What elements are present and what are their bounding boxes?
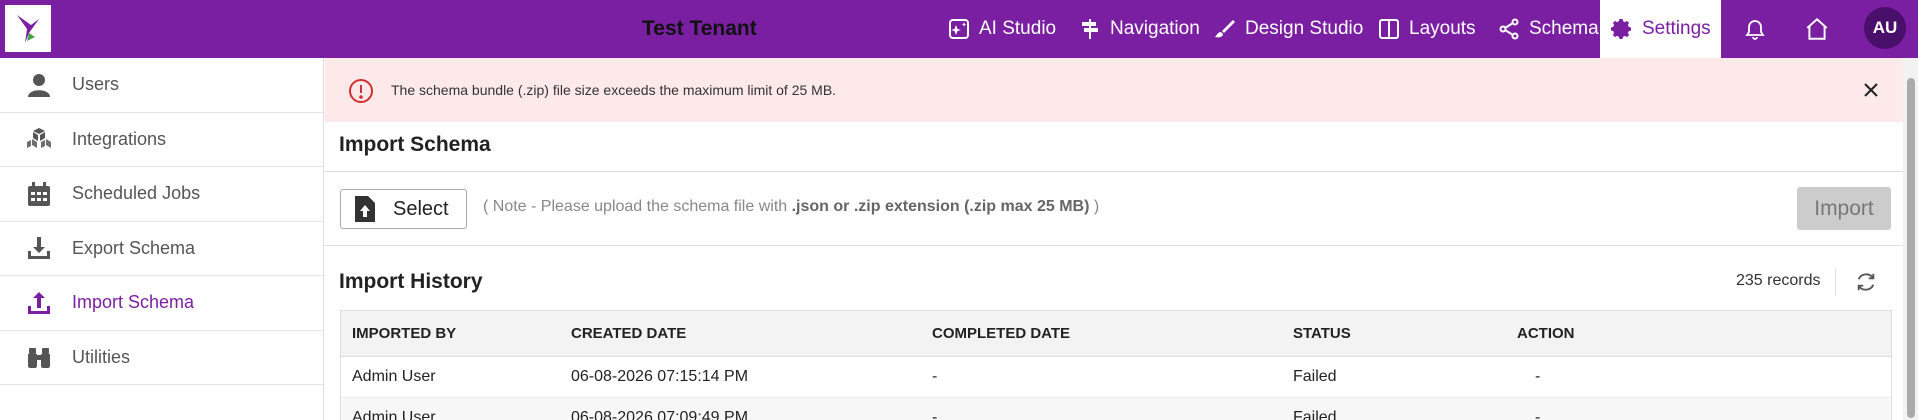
nav-settings[interactable]: Settings [1600, 0, 1721, 58]
divider [325, 245, 1903, 246]
logo[interactable] [5, 5, 51, 52]
sidebar-item-utilities[interactable]: Utilities [0, 331, 323, 385]
alert-close-button[interactable] [1859, 78, 1883, 102]
nav-label: Navigation [1110, 18, 1200, 39]
sidebar-item-users[interactable]: Users [0, 58, 323, 113]
upload-note: ( Note - Please upload the schema file w… [483, 198, 1100, 215]
cell-status: Failed [1293, 409, 1337, 420]
error-icon [349, 79, 373, 103]
sidebar-item-export-schema[interactable]: Export Schema [0, 222, 323, 276]
nav-schema[interactable]: Schema [1497, 0, 1599, 58]
download-icon [26, 235, 52, 261]
select-label: Select [393, 197, 449, 220]
close-icon [1864, 83, 1878, 97]
top-navbar: Test Tenant AI Studio Navigation Design … [0, 0, 1918, 58]
cell-created-date: 06-08-2026 07:15:14 PM [571, 368, 749, 385]
error-alert: The schema bundle (.zip) file size excee… [325, 58, 1903, 122]
cell-imported-by: Admin User [352, 409, 436, 420]
tenant-name: Test Tenant [642, 17, 757, 40]
ai-sparkle-icon [949, 19, 969, 39]
bell-icon [1745, 20, 1765, 40]
divider [1835, 268, 1836, 296]
col-completed-date[interactable]: COMPLETED DATE [932, 325, 1070, 342]
nav-design-studio[interactable]: Design Studio [1213, 0, 1363, 58]
nav-layouts[interactable]: Layouts [1377, 0, 1476, 58]
table-row[interactable]: Admin User 06-08-2026 07:15:14 PM - Fail… [341, 357, 1891, 398]
cell-created-date: 06-08-2026 07:09:49 PM [571, 409, 749, 420]
home-button[interactable] [1797, 0, 1837, 58]
binoculars-icon [26, 344, 52, 370]
refresh-button[interactable] [1853, 269, 1879, 295]
cell-action: - [1535, 368, 1541, 385]
refresh-icon [1857, 273, 1875, 291]
sidebar-item-label: Import Schema [72, 292, 195, 313]
columns-icon [1379, 19, 1399, 39]
alert-message: The schema bundle (.zip) file size excee… [391, 82, 837, 98]
select-file-button[interactable]: Select [340, 189, 467, 229]
table-header: IMPORTED BY CREATED DATE COMPLETED DATE … [341, 311, 1891, 357]
vertical-scrollbar[interactable] [1903, 58, 1918, 420]
sidebar-item-label: Export Schema [72, 237, 196, 258]
table-row[interactable]: Admin User 06-08-2026 07:09:49 PM - Fail… [341, 398, 1891, 420]
import-button[interactable]: Import [1797, 187, 1891, 230]
sidebar-item-integrations[interactable]: Integrations [0, 113, 323, 167]
settings-sidebar: Users Integrations Scheduled Jobs Export… [0, 58, 324, 420]
gear-icon [1611, 19, 1631, 39]
import-history-table: IMPORTED BY CREATED DATE COMPLETED DATE … [340, 310, 1892, 420]
nav-navigation[interactable]: Navigation [1078, 0, 1200, 58]
cubes-icon [26, 126, 52, 152]
sidebar-item-label: Integrations [72, 128, 167, 149]
sidebar-item-scheduled-jobs[interactable]: Scheduled Jobs [0, 167, 323, 222]
nav-label: Settings [1642, 18, 1711, 39]
col-created-date[interactable]: CREATED DATE [571, 325, 686, 342]
records-count: 235 records [1736, 272, 1821, 289]
nav-label: Schema [1529, 18, 1599, 39]
sidebar-item-label: Utilities [72, 346, 131, 367]
divider [325, 171, 1903, 172]
col-status[interactable]: STATUS [1293, 325, 1351, 342]
nav-label: AI Studio [979, 18, 1057, 39]
notifications-button[interactable] [1735, 0, 1775, 58]
share-icon [1499, 18, 1519, 40]
nav-label: Layouts [1409, 18, 1476, 39]
sidebar-item-label: Scheduled Jobs [72, 183, 201, 204]
sidebar-item-label: Users [72, 74, 120, 95]
cell-completed-date: - [932, 368, 938, 385]
cell-action: - [1535, 409, 1541, 420]
upload-icon [26, 290, 52, 316]
scrollbar-thumb[interactable] [1907, 78, 1915, 418]
col-action: ACTION [1517, 325, 1575, 342]
file-upload-icon [355, 196, 375, 222]
import-history-title: Import History [339, 270, 483, 293]
brush-icon [1215, 20, 1235, 38]
nav-ai-studio[interactable]: AI Studio [947, 0, 1056, 58]
nav-label: Design Studio [1245, 18, 1364, 39]
sidebar-item-import-schema[interactable]: Import Schema [0, 276, 323, 331]
import-schema-title: Import Schema [339, 133, 491, 156]
bird-logo-icon [17, 14, 39, 43]
cell-imported-by: Admin User [352, 368, 436, 385]
home-icon [1806, 17, 1828, 40]
col-imported-by[interactable]: IMPORTED BY [352, 325, 456, 342]
cell-completed-date: - [932, 409, 938, 420]
calendar-icon [26, 181, 52, 207]
user-icon [26, 72, 52, 98]
main-content: The schema bundle (.zip) file size excee… [325, 58, 1903, 420]
signpost-icon [1082, 19, 1098, 39]
avatar[interactable]: AU [1864, 7, 1906, 49]
cell-status: Failed [1293, 368, 1337, 385]
